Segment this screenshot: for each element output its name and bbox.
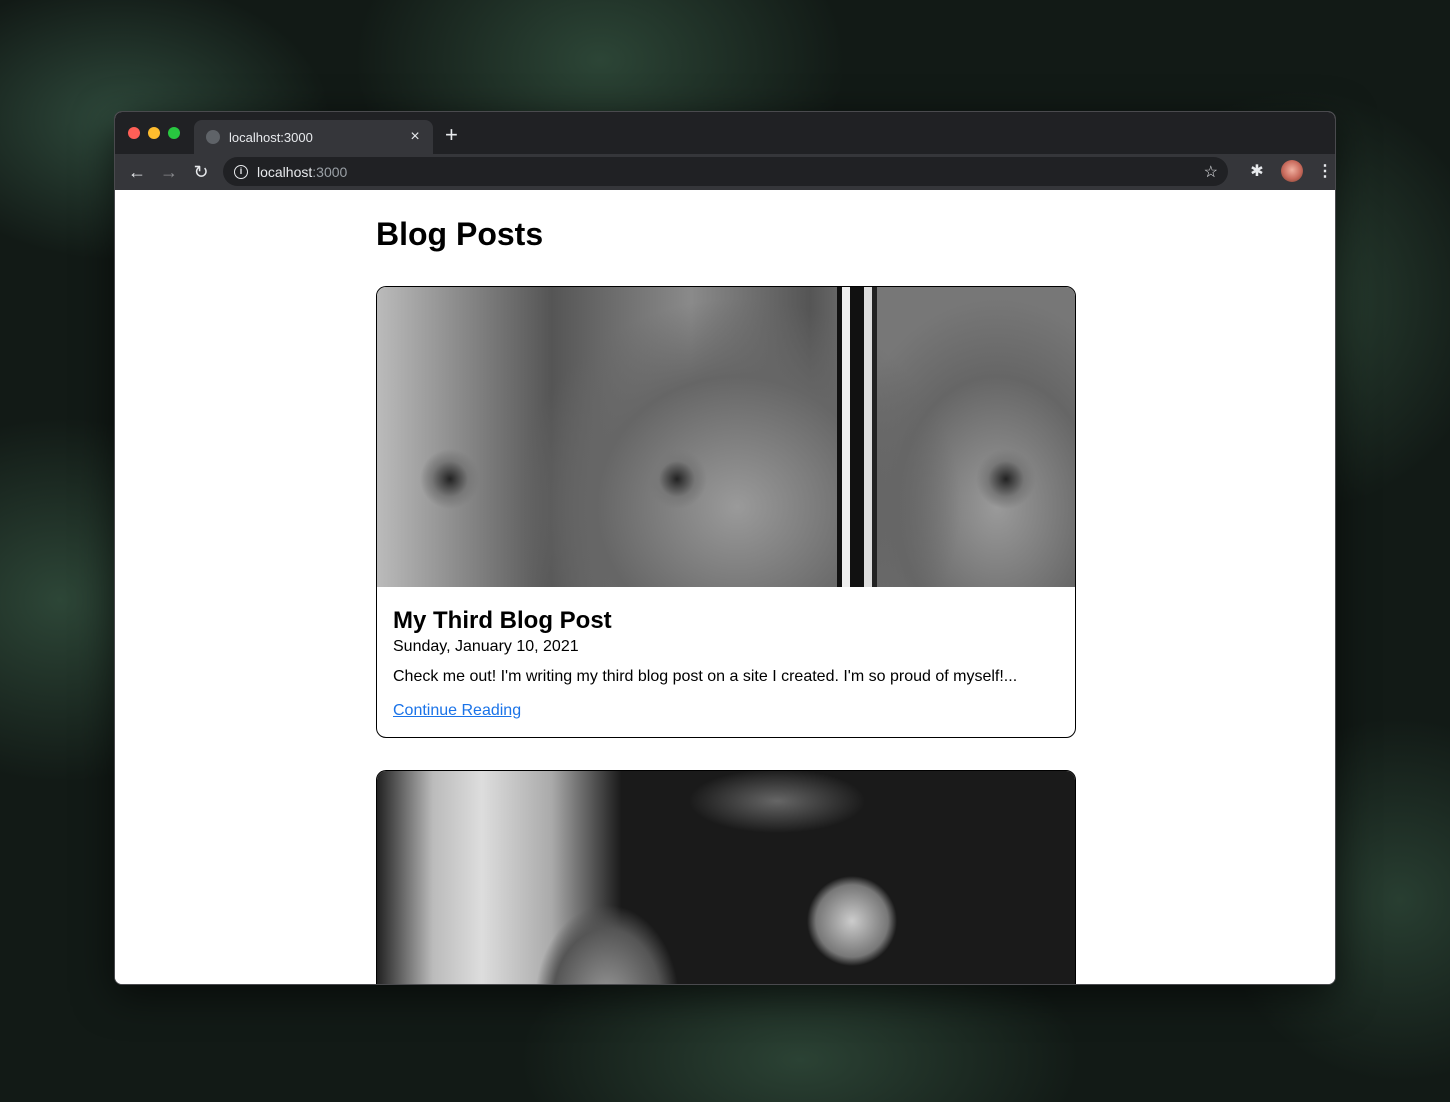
reload-button[interactable]: ↻	[185, 162, 217, 183]
globe-icon	[206, 130, 220, 144]
profile-avatar[interactable]	[1281, 160, 1303, 182]
tab-title: localhost:3000	[229, 129, 313, 145]
blog-container: Blog Posts My Third Blog Post Sunday, Ja…	[376, 190, 1076, 984]
post-date: Sunday, January 10, 2021	[393, 638, 579, 655]
browser-window: localhost:3000 × + ← → ↻ i localhost:300…	[114, 111, 1336, 985]
continue-reading-link[interactable]: Continue Reading	[393, 701, 521, 721]
url-host: localhost	[257, 163, 313, 180]
post-excerpt: Check me out! I'm writing my third blog …	[393, 668, 1018, 685]
maximize-window-button[interactable]	[168, 127, 180, 139]
browser-tab[interactable]: localhost:3000 ×	[194, 120, 433, 154]
forward-button[interactable]: →	[153, 162, 185, 183]
back-button[interactable]: ←	[121, 162, 153, 183]
post-body: My Third Blog Post Sunday, January 10, 2…	[377, 587, 1075, 737]
close-window-button[interactable]	[128, 127, 140, 139]
tab-bar: localhost:3000 × +	[115, 112, 1335, 154]
page-content: Blog Posts My Third Blog Post Sunday, Ja…	[115, 190, 1335, 984]
new-tab-button[interactable]: +	[445, 124, 458, 146]
page-title: Blog Posts	[376, 216, 544, 252]
window-controls	[128, 127, 180, 139]
address-bar[interactable]: i localhost:3000 ☆	[223, 157, 1228, 186]
minimize-window-button[interactable]	[148, 127, 160, 139]
post-title: My Third Blog Post	[393, 607, 612, 634]
info-icon[interactable]: i	[234, 164, 248, 179]
post-image[interactable]	[377, 771, 1075, 984]
browser-menu-icon[interactable]: ⋮	[1317, 161, 1333, 181]
close-tab-icon[interactable]: ×	[407, 128, 423, 146]
blog-post-card	[376, 770, 1076, 984]
url-port: :3000	[312, 163, 348, 180]
bookmark-star-icon[interactable]: ☆	[1204, 162, 1218, 182]
blog-post-card: My Third Blog Post Sunday, January 10, 2…	[376, 286, 1076, 738]
post-image[interactable]	[377, 287, 1075, 587]
extensions-icon[interactable]: ✱	[1247, 161, 1267, 181]
toolbar-actions: ✱ ⋮	[1247, 160, 1333, 182]
mirror-edge	[837, 287, 877, 587]
browser-toolbar: ← → ↻ i localhost:3000 ☆ ✱ ⋮	[115, 154, 1335, 190]
